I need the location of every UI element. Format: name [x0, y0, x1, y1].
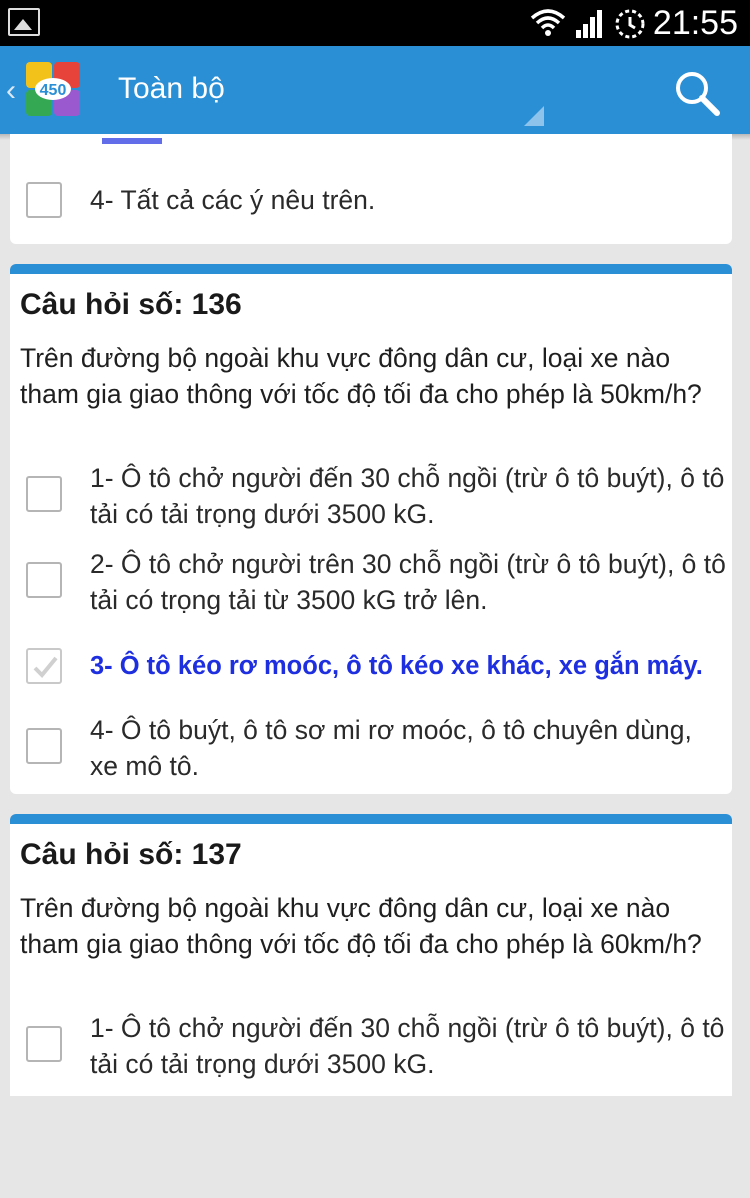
question-card-previous: 4- Tất cả các ý nêu trên.: [10, 134, 732, 244]
signal-icon: [576, 10, 602, 38]
answer-text: 1- Ô tô chở người đến 30 chỗ ngồi (trừ ô…: [90, 1013, 725, 1079]
answer-checkbox[interactable]: [26, 1026, 62, 1062]
question-text: Trên đường bộ ngoài khu vực đông dân cư,…: [20, 893, 702, 959]
card-accent-bar: [10, 814, 732, 824]
answer-checkbox[interactable]: [26, 476, 62, 512]
question-card-137: Câu hỏi số: 137 Trên đường bộ ngoài khu …: [10, 814, 732, 1096]
answer-option-3[interactable]: 3- Ô tô kéo rơ moóc, ô tô kéo xe khác, x…: [10, 646, 732, 690]
action-bar: ‹ 450 Toàn bộ: [0, 46, 750, 134]
status-bar: 21:55: [0, 0, 750, 46]
answer-text-selected: 3- Ô tô kéo rơ moóc, ô tô kéo xe khác, x…: [90, 652, 703, 680]
image-icon: [8, 8, 40, 36]
question-title: Câu hỏi số: 136: [20, 288, 242, 321]
clipped-text: [102, 138, 162, 144]
question-title: Câu hỏi số: 137: [20, 838, 242, 871]
answer-option-4[interactable]: 4- Ô tô buýt, ô tô sơ mi rơ moóc, ô tô c…: [10, 710, 732, 786]
answer-checkbox-checked[interactable]: [26, 648, 62, 684]
answer-option-2[interactable]: 2- Ô tô chở người trên 30 chỗ ngồi (trừ …: [10, 546, 732, 622]
answer-option-1[interactable]: 1- Ô tô chở người đến 30 chỗ ngồi (trừ ô…: [10, 1010, 732, 1086]
page-title[interactable]: Toàn bộ: [118, 72, 225, 106]
app-logo-icon[interactable]: 450: [24, 60, 82, 118]
question-card-136: Câu hỏi số: 136 Trên đường bộ ngoài khu …: [10, 264, 732, 794]
logo-text: 450: [40, 82, 67, 99]
answer-text: 2- Ô tô chở người trên 30 chỗ ngồi (trừ …: [90, 549, 726, 615]
answer-checkbox[interactable]: [26, 728, 62, 764]
spinner-indicator[interactable]: [524, 106, 544, 126]
back-chevron-icon[interactable]: ‹: [6, 74, 16, 108]
answer-text: 1- Ô tô chở người đến 30 chỗ ngồi (trừ ô…: [90, 463, 725, 529]
card-accent-bar: [10, 264, 732, 274]
answer-text: 4- Tất cả các ý nêu trên.: [90, 185, 376, 215]
question-text: Trên đường bộ ngoài khu vực đông dân cư,…: [20, 343, 702, 409]
wifi-icon: [530, 9, 566, 36]
answer-checkbox[interactable]: [26, 182, 62, 218]
answer-text: 4- Ô tô buýt, ô tô sơ mi rơ moóc, ô tô c…: [90, 715, 692, 781]
answer-option-1[interactable]: 1- Ô tô chở người đến 30 chỗ ngồi (trừ ô…: [10, 460, 732, 536]
checkmark-icon: [33, 656, 58, 678]
search-icon[interactable]: [672, 68, 722, 118]
answer-option[interactable]: 4- Tất cả các ý nêu trên.: [10, 178, 732, 222]
answer-checkbox[interactable]: [26, 562, 62, 598]
clock: 21:55: [652, 4, 738, 42]
alarm-icon: [615, 9, 645, 39]
